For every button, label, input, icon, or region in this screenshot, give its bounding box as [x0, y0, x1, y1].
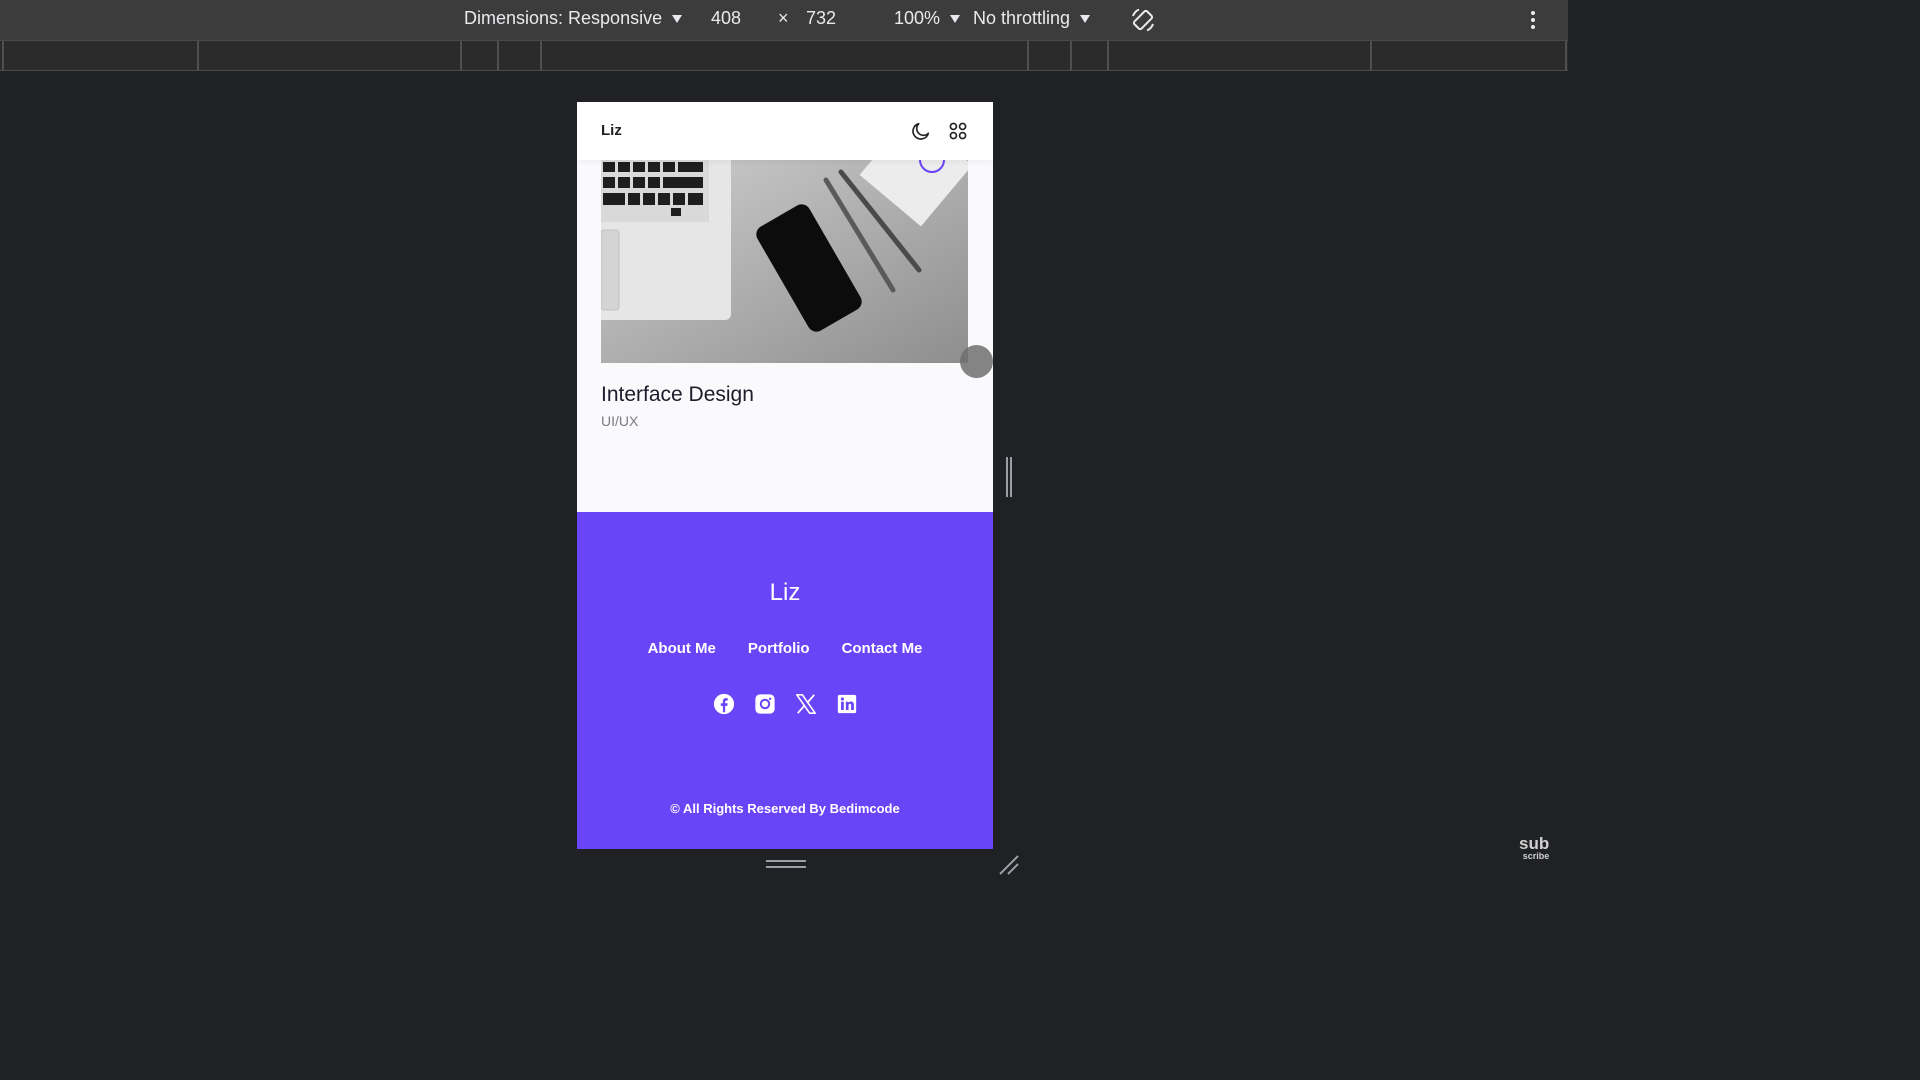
rotate-icon	[1132, 8, 1154, 32]
ruler-tick	[1070, 41, 1072, 70]
ruler-tick	[1370, 41, 1372, 70]
facebook-icon[interactable]	[713, 693, 735, 715]
throttling-value: No throttling	[973, 8, 1071, 28]
project-category: UI/UX	[601, 413, 639, 429]
watermark: sub scribe	[1519, 835, 1550, 861]
media-query-ruler[interactable]	[0, 40, 1568, 71]
chevron-down-icon	[672, 14, 683, 23]
ruler-tick	[1565, 41, 1567, 70]
ruler-tick	[2, 41, 4, 70]
footer-nav: About Me Portfolio Contact Me	[577, 640, 993, 657]
resize-handle-right[interactable]	[1006, 457, 1012, 497]
times-symbol: ×	[778, 8, 789, 28]
zoom-dropdown[interactable]: 100%	[894, 8, 961, 29]
height-value: 732	[806, 8, 837, 28]
height-input[interactable]: 732	[806, 8, 836, 29]
ruler-tick	[1107, 41, 1109, 70]
footer-link-contact[interactable]: Contact Me	[842, 640, 923, 657]
width-input[interactable]: 408	[711, 8, 741, 29]
chevron-down-icon	[950, 14, 961, 23]
throttling-dropdown[interactable]: No throttling	[973, 8, 1091, 29]
ruler-tick	[197, 41, 199, 70]
more-options-button[interactable]	[1527, 10, 1539, 30]
watermark-line2: scribe	[1522, 851, 1550, 861]
grid-icon[interactable]	[947, 120, 969, 142]
footer-link-about[interactable]: About Me	[648, 640, 716, 657]
moon-icon[interactable]	[910, 120, 932, 142]
dimensions-dropdown[interactable]: Dimensions: Responsive	[464, 8, 683, 29]
resize-corner-icon[interactable]	[998, 854, 1020, 876]
ruler-tick	[540, 41, 542, 70]
ruler-tick	[1027, 41, 1029, 70]
linkedin-icon[interactable]	[836, 693, 858, 715]
dimension-separator: ×	[778, 8, 789, 29]
ruler-tick	[497, 41, 499, 70]
kebab-menu-icon	[1531, 11, 1535, 29]
site-logo[interactable]: Liz	[601, 122, 622, 139]
chevron-down-icon	[1080, 14, 1091, 23]
copyright-text: © All Rights Reserved By Bedimcode	[670, 801, 900, 816]
rotate-button[interactable]	[1129, 6, 1157, 34]
dimensions-label: Dimensions: Responsive	[464, 8, 663, 28]
footer-logo[interactable]: Liz	[577, 579, 993, 607]
footer-link-portfolio[interactable]: Portfolio	[748, 640, 810, 657]
project-title[interactable]: Interface Design	[601, 383, 754, 407]
zoom-value: 100%	[894, 8, 941, 28]
resize-handle-bottom[interactable]	[766, 860, 806, 868]
footer-socials	[577, 693, 993, 715]
device-toolbar: Dimensions: Responsive 408 × 732 100% No…	[0, 0, 1568, 40]
site-header: Liz	[577, 102, 993, 160]
site-footer: Liz About Me Portfolio Contact Me © All …	[577, 512, 993, 849]
x-icon[interactable]	[795, 693, 817, 715]
ruler-tick	[460, 41, 462, 70]
project-image[interactable]	[601, 160, 968, 363]
instagram-icon[interactable]	[754, 693, 776, 715]
width-value: 408	[711, 8, 742, 28]
device-viewport: Liz Interface Design UI/UX Liz About Me …	[577, 102, 993, 849]
touch-cursor	[960, 345, 993, 378]
desk-photo	[601, 160, 968, 363]
